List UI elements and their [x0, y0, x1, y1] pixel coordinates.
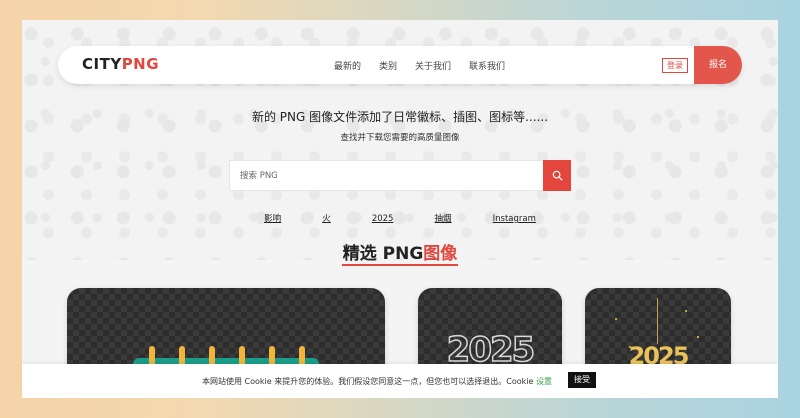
sparkle	[615, 318, 617, 320]
featured-title: 精选 PNG图像	[22, 239, 778, 264]
ornament-thread	[657, 298, 658, 344]
featured-title-accent: 图像	[423, 244, 458, 264]
site-logo[interactable]: CITYPNG	[82, 55, 159, 73]
calendar-ring	[179, 346, 185, 366]
sparkle	[685, 310, 687, 312]
nav-item-about[interactable]: 关于我们	[415, 59, 451, 72]
calendar-ring	[269, 346, 275, 366]
calendar-ring	[209, 346, 215, 366]
site-header: CITYPNG 最新的 类别 关于我们 联系我们 登录 报名	[58, 46, 742, 84]
logo-text-city: CITY	[82, 55, 122, 73]
hero-headline: 新的 PNG 图像文件添加了日常徽标、插图、图标等......	[251, 110, 549, 124]
tag-link[interactable]: Instagram	[493, 214, 536, 224]
search-button[interactable]	[543, 160, 571, 191]
tag-link[interactable]: 抽烟	[435, 212, 452, 224]
hero-subheadline: 查找并下载您需要的高质量图像	[340, 133, 460, 143]
title-underline	[342, 264, 458, 266]
calendar-ring	[149, 346, 155, 366]
search-bar	[229, 160, 571, 191]
login-button[interactable]: 登录	[662, 58, 688, 73]
calendar-ring	[239, 346, 245, 366]
cookie-accept-button[interactable]: 接受	[568, 372, 596, 388]
logo-text-png: PNG	[121, 55, 160, 73]
search-input[interactable]	[230, 161, 544, 190]
main-nav: 最新的 类别 关于我们 联系我们	[334, 59, 505, 72]
calendar-ring	[299, 346, 305, 366]
cookie-settings-link[interactable]: 设置	[536, 376, 552, 387]
tag-link[interactable]: 2025	[372, 214, 394, 224]
search-icon	[552, 170, 562, 181]
nav-item-categories[interactable]: 类别	[379, 59, 397, 72]
cookie-banner: 本网站使用 Cookie 来提升您的体验。我们假设您同意这一点，但您也可以选择退…	[22, 364, 778, 398]
signup-button[interactable]: 报名	[694, 46, 742, 84]
nav-item-latest[interactable]: 最新的	[334, 59, 361, 72]
nav-item-contact[interactable]: 联系我们	[469, 59, 505, 72]
featured-title-main: 精选 PNG	[342, 244, 424, 264]
sparkle	[697, 336, 699, 338]
popular-tags: 影响 火 2025 抽烟 Instagram	[22, 206, 778, 225]
tag-link[interactable]: 影响	[264, 212, 281, 224]
tag-link[interactable]: 火	[322, 212, 331, 224]
cookie-text: 本网站使用 Cookie 来提升您的体验。我们假设您同意这一点，但您也可以选择退…	[202, 377, 534, 386]
browser-viewport: CITYPNG 最新的 类别 关于我们 联系我们 登录 报名 新的 PNG 图像…	[22, 20, 778, 398]
